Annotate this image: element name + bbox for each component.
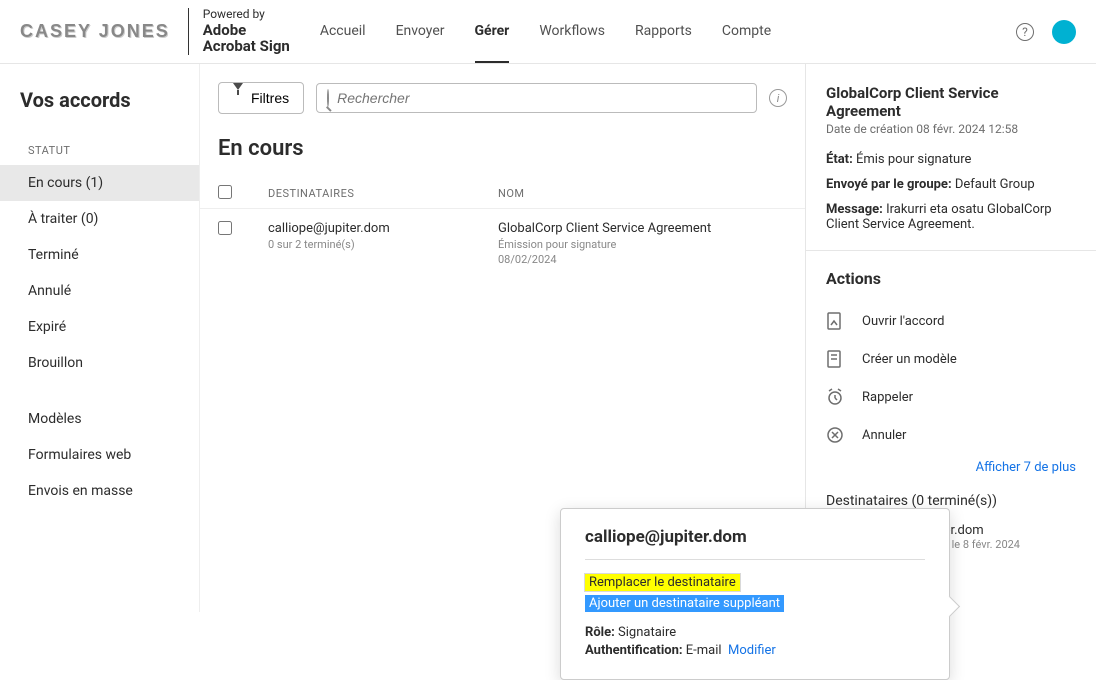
top-nav: Accueil Envoyer Gérer Workflows Rapports… bbox=[320, 1, 771, 63]
table-header: DESTINATAIRES NOM bbox=[200, 179, 805, 209]
template-icon bbox=[826, 350, 844, 368]
row-dest-sub: 0 sur 2 terminé(s) bbox=[268, 238, 498, 251]
brand-logo: CASEY JONES bbox=[20, 21, 170, 42]
sidebar-item-atraiter[interactable]: À traiter (0) bbox=[0, 201, 199, 237]
popup-title: calliope@jupiter.dom bbox=[585, 527, 925, 560]
sidebar: Vos accords STATUT En cours (1) À traite… bbox=[0, 64, 200, 612]
sidebar-item-encours[interactable]: En cours (1) bbox=[0, 165, 199, 201]
add-alt-recipient-link[interactable]: Ajouter un destinataire suppléant bbox=[585, 595, 784, 612]
action-open[interactable]: Ouvrir l'accord bbox=[826, 302, 1076, 340]
nav-gerer[interactable]: Gérer bbox=[475, 1, 510, 63]
content-area: Filtres i En cours DESTINATAIRES NOM cal… bbox=[200, 64, 806, 612]
nav-envoyer[interactable]: Envoyer bbox=[396, 1, 445, 63]
info-icon[interactable]: i bbox=[769, 89, 787, 107]
sidebar-item-termine[interactable]: Terminé bbox=[0, 237, 199, 273]
recipient-popup: calliope@jupiter.dom Remplacer le destin… bbox=[560, 508, 950, 680]
open-icon bbox=[826, 312, 844, 330]
col-nom[interactable]: NOM bbox=[498, 187, 787, 200]
action-remind[interactable]: Rappeler bbox=[826, 378, 1076, 416]
search-input[interactable] bbox=[337, 90, 746, 106]
select-all-checkbox[interactable] bbox=[218, 185, 232, 199]
search-box[interactable] bbox=[316, 83, 757, 113]
nav-workflows[interactable]: Workflows bbox=[539, 1, 605, 63]
nav-compte[interactable]: Compte bbox=[722, 1, 771, 63]
row-nom-sub1: Émission pour signature bbox=[498, 238, 787, 251]
help-icon[interactable]: ? bbox=[1016, 23, 1034, 41]
sidebar-item-expire[interactable]: Expiré bbox=[0, 309, 199, 345]
panel-created: Date de création 08 févr. 2024 12:58 bbox=[826, 122, 1076, 136]
nav-accueil[interactable]: Accueil bbox=[320, 1, 366, 63]
replace-recipient-link[interactable]: Remplacer le destinataire bbox=[585, 574, 740, 591]
row-nom-sub2: 08/02/2024 bbox=[498, 253, 787, 266]
dest-heading: Destinataires (0 terminé(s)) bbox=[826, 493, 1076, 509]
show-more-link[interactable]: Afficher 7 de plus bbox=[976, 460, 1076, 475]
actions-heading: Actions bbox=[826, 269, 1076, 288]
col-destinataires[interactable]: DESTINATAIRES bbox=[268, 187, 498, 200]
sidebar-title: Vos accords bbox=[0, 88, 199, 136]
row-checkbox[interactable] bbox=[218, 221, 232, 235]
row-dest: calliope@jupiter.dom bbox=[268, 221, 498, 236]
sidebar-section-statut: STATUT bbox=[0, 136, 199, 165]
filter-button[interactable]: Filtres bbox=[218, 82, 304, 114]
table-row[interactable]: calliope@jupiter.dom 0 sur 2 terminé(s) … bbox=[200, 209, 805, 278]
funnel-icon bbox=[233, 90, 243, 106]
content-heading: En cours bbox=[200, 124, 805, 179]
powered-by: Powered by Adobe Acrobat Sign bbox=[188, 8, 290, 54]
sidebar-item-formulaires[interactable]: Formulaires web bbox=[0, 437, 199, 473]
sidebar-item-brouillon[interactable]: Brouillon bbox=[0, 345, 199, 381]
modify-auth-link[interactable]: Modifier bbox=[728, 643, 776, 658]
action-cancel[interactable]: Annuler bbox=[826, 416, 1076, 454]
row-nom: GlobalCorp Client Service Agreement bbox=[498, 221, 787, 236]
search-icon bbox=[327, 90, 329, 106]
avatar[interactable] bbox=[1052, 20, 1076, 44]
sidebar-item-modeles[interactable]: Modèles bbox=[0, 401, 199, 437]
nav-rapports[interactable]: Rapports bbox=[635, 1, 692, 63]
clock-icon bbox=[826, 388, 844, 406]
cancel-icon bbox=[826, 426, 844, 444]
action-template[interactable]: Créer un modèle bbox=[826, 340, 1076, 378]
panel-title: GlobalCorp Client Service Agreement bbox=[826, 84, 1076, 120]
sidebar-item-envois[interactable]: Envois en masse bbox=[0, 473, 199, 509]
sidebar-item-annule[interactable]: Annulé bbox=[0, 273, 199, 309]
